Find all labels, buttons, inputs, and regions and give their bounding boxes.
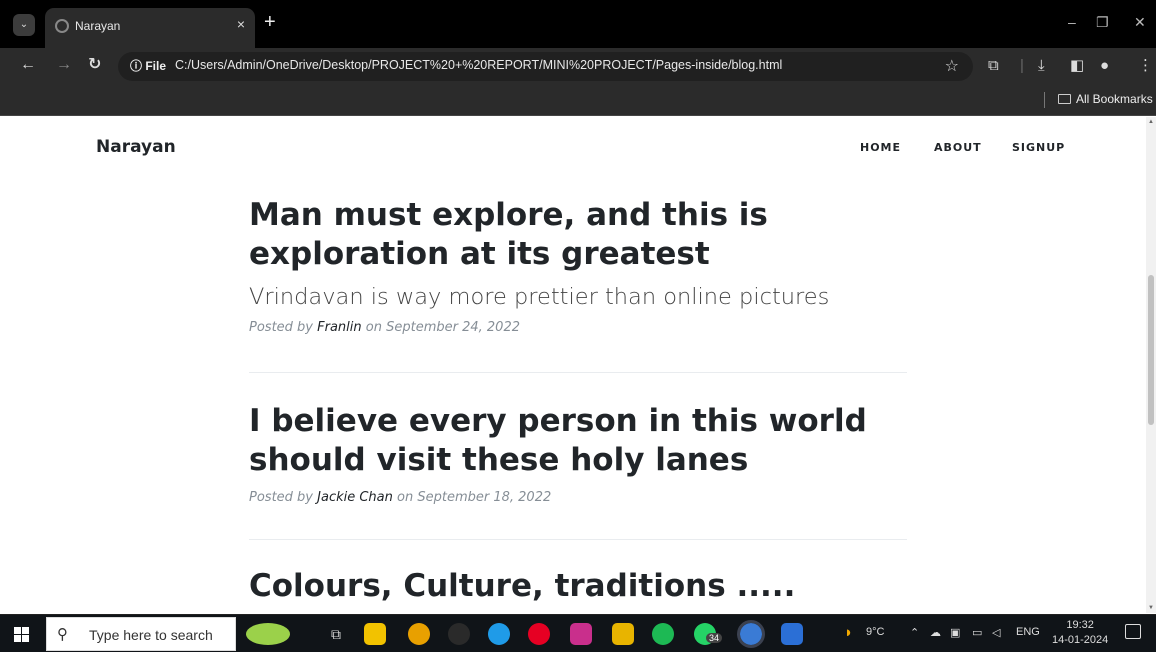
post-date: on September 18, 2022 <box>397 490 552 505</box>
profile-icon[interactable]: ● <box>1100 57 1109 75</box>
nav-signup-link[interactable]: SIGNUP <box>1012 141 1065 154</box>
site-brand[interactable]: Narayan <box>96 137 176 157</box>
pinterest-icon[interactable] <box>528 623 550 645</box>
tennis-racket-icon[interactable] <box>246 623 290 645</box>
page-viewport: Narayan HOME ABOUT SIGNUP Man must explo… <box>0 117 1156 613</box>
calendar-app-icon[interactable] <box>364 623 386 645</box>
all-bookmarks-button[interactable]: All Bookmarks <box>1058 92 1153 106</box>
battery-icon[interactable]: ▭ <box>972 626 982 639</box>
post-title[interactable]: Man must explore, and this is exploratio… <box>249 196 909 274</box>
toolbar-divider: | <box>1020 57 1024 74</box>
scroll-up-arrow-icon[interactable]: ▲ <box>1148 119 1154 125</box>
file-explorer-icon[interactable] <box>612 623 634 645</box>
settings-app-icon[interactable] <box>448 623 470 645</box>
vscode-icon[interactable] <box>781 623 803 645</box>
post-meta: Posted by Jackie Chan on September 18, 2… <box>249 490 909 505</box>
restore-button[interactable]: ❐ <box>1096 14 1109 31</box>
tab-close-button[interactable]: × <box>237 16 245 32</box>
forward-arrow-icon[interactable]: → <box>56 56 72 74</box>
network-icon[interactable]: ▣ <box>950 626 960 639</box>
spotify-icon[interactable] <box>652 623 674 645</box>
post-title[interactable]: Colours, Culture, traditions ..... <box>249 567 909 606</box>
language-indicator[interactable]: ENG <box>1016 626 1040 638</box>
site-info-chip[interactable]: ⓘ File <box>124 57 172 76</box>
scroll-thumb[interactable] <box>1148 275 1154 425</box>
nav-about-link[interactable]: ABOUT <box>934 141 982 154</box>
reload-icon[interactable]: ↻ <box>88 56 101 74</box>
browser-tab-bar: ⌄ Narayan × + – ❐ ✕ <box>0 0 1156 48</box>
post-divider <box>249 372 907 373</box>
windows-start-icon[interactable] <box>14 627 29 642</box>
browser-toolbar: ← → ↻ ⓘ File C:/Users/Admin/OneDrive/Des… <box>0 48 1156 84</box>
taskbar-search[interactable]: ⚲ Type here to search <box>46 617 236 651</box>
post-preview[interactable]: Colours, Culture, traditions ..... <box>249 567 909 606</box>
all-bookmarks-label: All Bookmarks <box>1076 92 1153 106</box>
post-meta: Posted by Franlin on September 24, 2022 <box>249 320 909 335</box>
minimize-button[interactable]: – <box>1068 14 1076 30</box>
tab-search-button[interactable]: ⌄ <box>13 14 35 36</box>
tray-chevron-icon[interactable]: ⌃ <box>910 626 919 639</box>
nav-home-link[interactable]: HOME <box>860 141 901 154</box>
weather-temperature[interactable]: 9°C <box>866 626 884 638</box>
scroll-down-arrow-icon[interactable]: ▼ <box>1148 605 1154 611</box>
chrome-icon[interactable] <box>408 623 430 645</box>
new-tab-button[interactable]: + <box>264 12 276 32</box>
back-arrow-icon[interactable]: ← <box>20 56 36 74</box>
bookmarks-separator <box>1044 92 1045 108</box>
edge-icon[interactable] <box>488 623 510 645</box>
post-divider <box>249 539 907 540</box>
whatsapp-icon[interactable]: 34 <box>694 623 723 645</box>
taskbar-clock[interactable]: 19:32 14-01-2024 <box>1052 618 1108 648</box>
page-scrollbar[interactable]: ▲ ▼ <box>1146 117 1156 613</box>
bookmarks-bar: All Bookmarks <box>0 84 1156 116</box>
close-window-button[interactable]: ✕ <box>1134 14 1146 31</box>
tab-title: Narayan <box>75 19 121 33</box>
onedrive-icon[interactable]: ☁ <box>930 626 941 639</box>
bookmark-star-icon[interactable]: ☆ <box>945 56 959 76</box>
posted-by-label: Posted by <box>249 490 313 505</box>
post-date: on September 24, 2022 <box>365 320 520 335</box>
post-preview[interactable]: Man must explore, and this is exploratio… <box>249 196 909 335</box>
taskbar-search-placeholder: Type here to search <box>89 627 213 643</box>
post-author[interactable]: Franlin <box>317 320 362 335</box>
clock-date: 14-01-2024 <box>1052 634 1109 646</box>
task-view-icon[interactable]: ⧉ <box>325 623 347 645</box>
windows-taskbar: ⚲ Type here to search ⧉ 34 ◗ 9°C ⌃ ☁ ▣ ▭… <box>0 614 1156 652</box>
post-preview[interactable]: I believe every person in this world sho… <box>249 402 909 505</box>
extensions-icon[interactable]: ⧉ <box>988 57 999 75</box>
weather-icon[interactable]: ◗ <box>844 624 853 641</box>
browser-tab[interactable]: Narayan × <box>45 8 255 48</box>
post-author[interactable]: Jackie Chan <box>317 490 393 505</box>
volume-icon[interactable]: ◁ <box>992 626 1000 639</box>
url-text[interactable]: C:/Users/Admin/OneDrive/Desktop/PROJECT%… <box>175 58 782 72</box>
clock-time: 19:32 <box>1066 619 1094 631</box>
more-menu-icon[interactable]: ⋮ <box>1138 57 1153 75</box>
post-title[interactable]: I believe every person in this world sho… <box>249 402 909 480</box>
notification-center-icon[interactable] <box>1125 624 1141 639</box>
address-bar[interactable]: ⓘ File C:/Users/Admin/OneDrive/Desktop/P… <box>118 52 973 81</box>
instagram-icon[interactable] <box>570 623 592 645</box>
posted-by-label: Posted by <box>249 320 313 335</box>
download-icon[interactable]: ⤓ <box>1038 57 1045 75</box>
globe-icon <box>55 19 69 33</box>
side-panel-icon[interactable]: ◧ <box>1070 57 1084 75</box>
folder-icon <box>1058 94 1071 104</box>
search-icon: ⚲ <box>57 626 68 643</box>
chrome-active-icon[interactable] <box>737 620 765 648</box>
post-subtitle[interactable]: Vrindavan is way more prettier than onli… <box>249 284 909 310</box>
whatsapp-badge: 34 <box>706 633 723 643</box>
